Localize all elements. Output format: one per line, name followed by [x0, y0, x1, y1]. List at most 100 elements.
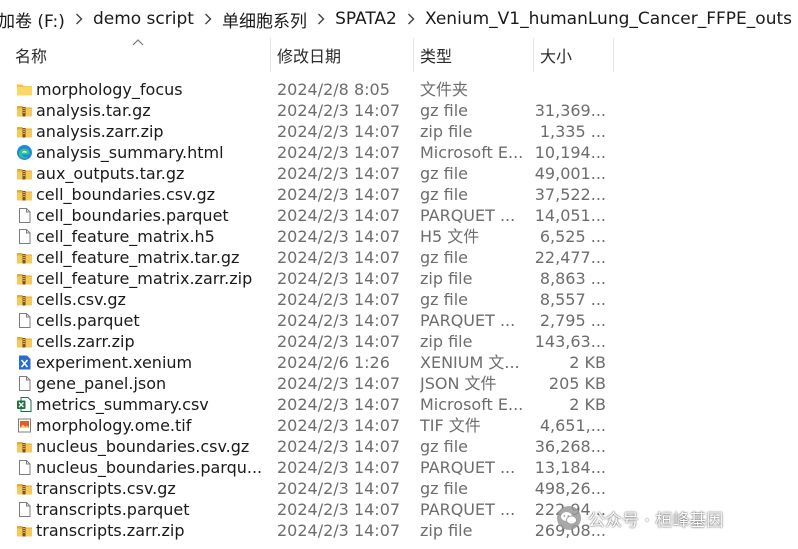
file-type: TIF 文件 [420, 416, 481, 435]
chevron-right-icon[interactable] [200, 13, 216, 25]
file-modified-date: 2024/2/3 14:07 [277, 521, 401, 540]
file-name: cell_boundaries.csv.gz [36, 185, 216, 204]
file-row[interactable]: analysis.zarr.zip 2024/2/3 14:07 zip file 1… [0, 121, 798, 142]
excel-icon [16, 396, 33, 413]
file-row[interactable]: cells.csv.gz 2024/2/3 14:07 gz file 8,557 .… [0, 289, 798, 310]
file-modified-date: 2024/2/3 14:07 [277, 122, 401, 141]
file-name: cells.csv.gz [36, 290, 126, 309]
archive-icon [16, 249, 33, 266]
column-header-size[interactable]: 大小 [534, 38, 614, 72]
archive-icon [16, 123, 33, 140]
file-modified-date: 2024/2/3 14:07 [277, 395, 401, 414]
file-modified-date: 2024/2/6 1:26 [277, 353, 390, 372]
column-header-label: 类型 [420, 47, 453, 66]
breadcrumb-item-drive[interactable]: 加卷 (F:) [0, 7, 71, 32]
file-size: 2 KB [569, 395, 606, 414]
wechat-logo-icon [557, 506, 581, 530]
file-size: 37,522... [534, 185, 606, 204]
archive-icon [16, 186, 33, 203]
file-size: 10,194... [534, 143, 606, 162]
file-size: 143,63... [534, 332, 606, 351]
file-modified-date: 2024/2/3 14:07 [277, 206, 401, 225]
column-header-name[interactable]: 名称 [9, 38, 271, 72]
file-type: gz file [420, 185, 469, 204]
column-header-type[interactable]: 类型 [414, 38, 534, 72]
breadcrumb-item-single-cell-series[interactable]: 单细胞系列 [216, 7, 313, 32]
file-name: metrics_summary.csv [36, 395, 209, 414]
column-header-label: 名称 [15, 47, 48, 66]
file-row[interactable]: nucleus_boundaries.parqu... 2024/2/3 14:0… [0, 457, 798, 478]
file-size: 4,651,... [539, 416, 606, 435]
document-icon [16, 312, 33, 329]
image-file-icon [16, 417, 33, 434]
file-row[interactable]: analysis.tar.gz 2024/2/3 14:07 gz file 31,3… [0, 100, 798, 121]
file-name: transcripts.csv.gz [36, 479, 176, 498]
file-row[interactable]: cell_boundaries.parquet 2024/2/3 14:07 PAR… [0, 205, 798, 226]
file-name: cell_boundaries.parquet [36, 206, 229, 225]
chevron-right-icon[interactable] [313, 13, 329, 25]
file-type: gz file [420, 479, 469, 498]
archive-icon [16, 102, 33, 119]
file-row[interactable]: metrics_summary.csv 2024/2/3 14:07 Microso… [0, 394, 798, 415]
file-row[interactable]: gene_panel.json 2024/2/3 14:07 JSON 文件 205 … [0, 373, 798, 394]
file-modified-date: 2024/2/3 14:07 [277, 374, 401, 393]
file-type: Microsoft E... [420, 395, 524, 414]
file-name: analysis.tar.gz [36, 101, 151, 120]
file-row[interactable]: nucleus_boundaries.csv.gz 2024/2/3 14:07 g… [0, 436, 798, 457]
file-name: cell_feature_matrix.tar.gz [36, 248, 240, 267]
file-type: 文件夹 [420, 80, 469, 99]
archive-icon [16, 333, 33, 350]
file-modified-date: 2024/2/3 14:07 [277, 458, 401, 477]
file-row[interactable]: transcripts.csv.gz 2024/2/3 14:07 gz file 4… [0, 478, 798, 499]
chevron-right-icon[interactable] [71, 13, 87, 25]
file-name: morphology_focus [36, 80, 183, 99]
file-modified-date: 2024/2/3 14:07 [277, 143, 401, 162]
folder-icon [16, 81, 33, 98]
file-name: gene_panel.json [36, 374, 167, 393]
file-row[interactable]: cell_feature_matrix.zarr.zip 2024/2/3 14:… [0, 268, 798, 289]
breadcrumb-item-demo-script[interactable]: demo script [87, 9, 200, 29]
breadcrumb-item-spata2[interactable]: SPATA2 [329, 9, 403, 29]
file-size: 498,26... [534, 479, 606, 498]
file-row[interactable]: aux_outputs.tar.gz 2024/2/3 14:07 gz file 4… [0, 163, 798, 184]
file-type: PARQUET ... [420, 500, 516, 519]
breadcrumb-item-current-folder[interactable]: Xenium_V1_humanLung_Cancer_FFPE_outs [419, 9, 798, 29]
file-size: 8,863 ... [539, 269, 606, 288]
file-type: gz file [420, 437, 469, 456]
file-type: zip file [420, 122, 473, 141]
archive-icon [16, 270, 33, 287]
xenium-icon [16, 354, 33, 371]
file-row[interactable]: morphology_focus 2024/2/8 8:05 文件夹 [0, 79, 798, 100]
file-row[interactable]: morphology.ome.tif 2024/2/3 14:07 TIF 文件 4,… [0, 415, 798, 436]
file-name: cell_feature_matrix.h5 [36, 227, 215, 246]
column-header-date[interactable]: 修改日期 [271, 38, 414, 72]
breadcrumb-label: SPATA2 [335, 9, 397, 29]
file-name: transcripts.parquet [36, 500, 190, 519]
file-row[interactable]: cells.zarr.zip 2024/2/3 14:07 zip file 143,… [0, 331, 798, 352]
file-row[interactable]: cell_feature_matrix.h5 2024/2/3 14:07 H5 文… [0, 226, 798, 247]
file-size: 8,557 ... [539, 290, 606, 309]
file-row[interactable]: cell_boundaries.csv.gz 2024/2/3 14:07 gz f… [0, 184, 798, 205]
breadcrumb-label: 单细胞系列 [222, 11, 308, 32]
file-type: zip file [420, 269, 473, 288]
file-list: morphology_focus 2024/2/8 8:05 文件夹 analysis… [0, 79, 798, 541]
file-row[interactable]: cells.parquet 2024/2/3 14:07 PARQUET ... 2,… [0, 310, 798, 331]
file-name: analysis.zarr.zip [36, 122, 164, 141]
file-size: 14,051... [534, 206, 606, 225]
file-row[interactable]: cell_feature_matrix.tar.gz 2024/2/3 14:07… [0, 247, 798, 268]
breadcrumb-label: Xenium_V1_humanLung_Cancer_FFPE_outs [424, 9, 792, 29]
file-modified-date: 2024/2/3 14:07 [277, 185, 401, 204]
file-modified-date: 2024/2/3 14:07 [277, 227, 401, 246]
file-type: gz file [420, 101, 469, 120]
chevron-right-icon[interactable] [403, 13, 419, 25]
file-row[interactable]: experiment.xenium 2024/2/6 1:26 XENIUM 文..… [0, 352, 798, 373]
file-type: zip file [420, 332, 473, 351]
file-modified-date: 2024/2/3 14:07 [277, 332, 401, 351]
watermark: 公众号 · 桓峰基因 [556, 504, 723, 532]
archive-icon [16, 480, 33, 497]
file-size: 2,795 ... [539, 311, 606, 330]
column-header: 名称 修改日期 类型 大小 [0, 38, 798, 72]
file-size: 1,335 ... [539, 122, 606, 141]
file-row[interactable]: analysis_summary.html 2024/2/3 14:07 Micro… [0, 142, 798, 163]
watermark-text: 公众号 · 桓峰基因 [588, 510, 724, 531]
